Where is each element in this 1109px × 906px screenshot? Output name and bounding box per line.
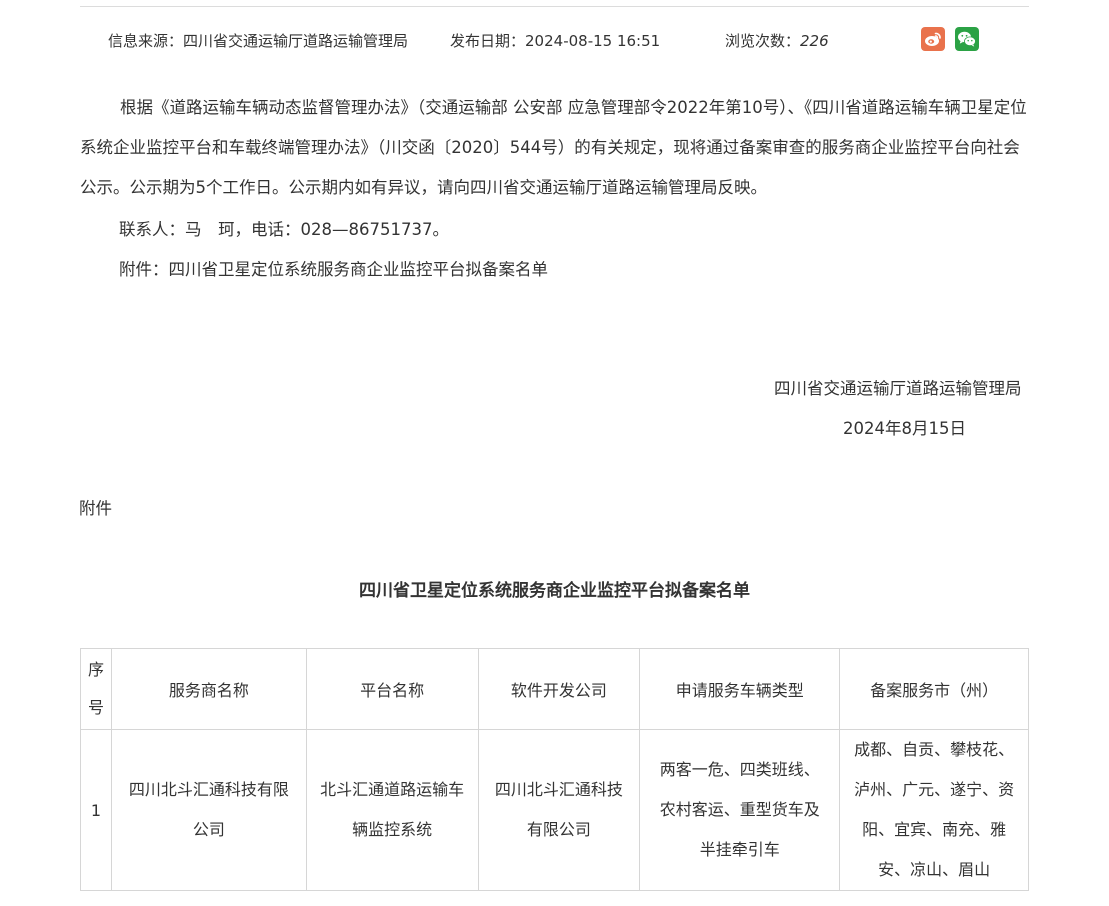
view-count: 浏览次数：226 [725,30,829,51]
cell-platform: 北斗汇通道路运输车辆监控系统 [305,729,479,891]
cell-cities: 成都、自贡、攀枝花、泸州、广元、遂宁、资阳、宜宾、南充、雅安、凉山、眉山 [839,729,1029,891]
info-source: 信息来源：四川省交通运输厅道路运输管理局 [108,30,408,51]
top-divider [80,6,1029,7]
cell-seq: 1 [80,729,112,891]
cell-vehicle-types: 两客一危、四类班线、农村客运、重型货车及半挂牵引车 [639,729,841,891]
view-count-value: 226 [800,32,829,50]
table-row: 1 四川北斗汇通科技有限公司 北斗汇通道路运输车辆监控系统 四川北斗汇通科技有限… [80,729,1029,891]
attachment-label: 附件 [79,499,112,518]
cell-provider: 四川北斗汇通科技有限公司 [110,729,307,891]
announcement-text: 根据《道路运输车辆动态监督管理办法》（交通运输部 公安部 应急管理部令2022年… [80,98,1027,197]
header-provider: 服务商名称 [110,648,307,730]
filing-list-table: 序号 服务商名称 平台名称 软件开发公司 申请服务车辆类型 备案服务市（州） 1… [80,648,1029,891]
share-weibo-button[interactable] [921,27,945,51]
share-wechat-button[interactable] [955,27,979,51]
header-vehicle-types: 申请服务车辆类型 [639,648,841,730]
attachment-reference: 附件：四川省卫星定位系统服务商企业监控平台拟备案名单 [119,260,548,279]
signature-org: 四川省交通运输厅道路运输管理局 [774,379,1022,398]
weibo-icon [925,32,941,46]
view-count-label: 浏览次数： [725,32,801,50]
announcement-paragraph: 根据《道路运输车辆动态监督管理办法》（交通运输部 公安部 应急管理部令2022年… [80,88,1032,208]
header-seq: 序号 [80,648,112,730]
publish-date-label: 发布日期： [450,32,526,50]
header-cities: 备案服务市（州） [839,648,1029,730]
cell-developer: 四川北斗汇通科技有限公司 [477,729,641,891]
publish-date-value: 2024-08-15 16:51 [525,32,661,50]
info-source-label: 信息来源： [108,32,184,50]
attachment-title: 四川省卫星定位系统服务商企业监控平台拟备案名单 [359,581,750,601]
header-developer: 软件开发公司 [477,648,641,730]
wechat-icon [958,31,976,47]
table-header-row: 序号 服务商名称 平台名称 软件开发公司 申请服务车辆类型 备案服务市（州） [80,648,1029,730]
signature-date: 2024年8月15日 [843,419,966,438]
header-platform: 平台名称 [305,648,479,730]
publish-date: 发布日期：2024-08-15 16:51 [450,30,660,51]
contact-line: 联系人：马 珂，电话：028—86751737。 [119,220,449,239]
info-source-value: 四川省交通运输厅道路运输管理局 [183,32,409,50]
